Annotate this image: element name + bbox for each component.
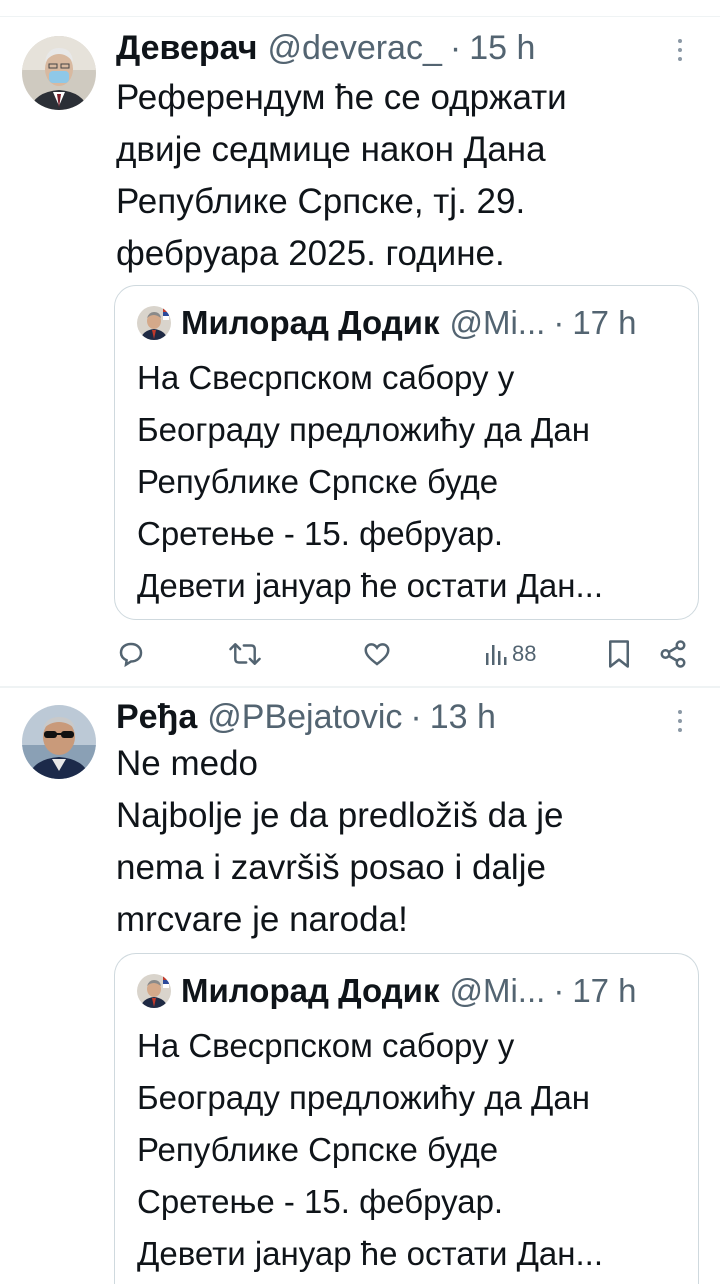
tweet-text: Референдум ће се одржати двије седмице н… xyxy=(116,72,696,280)
quote-avatar xyxy=(137,306,171,340)
retweet-icon[interactable] xyxy=(228,634,262,674)
views-count: 88 xyxy=(512,641,537,666)
bookmark-icon[interactable] xyxy=(606,634,632,674)
tweet-text-line: Ne medo xyxy=(116,744,259,783)
quote-text: На Свесрпском сабору у Београду предложи… xyxy=(137,352,682,612)
quote-handle: @Mi... xyxy=(449,972,546,1009)
avatar-deverac[interactable] xyxy=(22,36,96,110)
tweet-text: Ne medo Najbolje je da predložiš da je n… xyxy=(116,738,696,946)
avatar-pbejatovic[interactable] xyxy=(22,705,96,779)
tweet-text-line: nema i završiš posao i dalje xyxy=(116,848,546,887)
timestamp[interactable]: 15 h xyxy=(469,29,535,68)
quote-text-line: На Свесрпском сабору у xyxy=(137,1027,515,1064)
tweet-text-line: Najbolje je da predložiš da je xyxy=(116,796,564,835)
quote-text-line: Сретење - 15. фебруар. xyxy=(137,1183,504,1220)
quote-header: Милорад Додик @Mi... · 17 h xyxy=(137,970,637,1012)
quoted-tweet[interactable]: Милорад Додик @Mi... · 17 h На Свесрпско… xyxy=(114,953,699,1284)
tweet-text-line: Републике Српске, тј. 29. xyxy=(116,182,526,221)
quote-text: На Свесрпском сабору у Београду предложи… xyxy=(137,1020,682,1280)
quote-text-line: Републике Српске буде xyxy=(137,463,499,500)
tweet-header: Деверач @deverac_ · 15 h xyxy=(116,24,535,72)
views-icon xyxy=(486,645,507,665)
quote-handle: @Mi... xyxy=(449,304,546,341)
quote-text-line: Девети јануар ће остати Дан... xyxy=(137,567,603,604)
user-handle[interactable]: @PBejatovic xyxy=(207,698,402,737)
tweet-actions: 88 xyxy=(114,634,694,674)
tweet-divider xyxy=(0,686,720,688)
more-options-icon[interactable] xyxy=(670,30,690,70)
more-options-icon[interactable] xyxy=(670,701,690,741)
display-name[interactable]: Деверач xyxy=(116,29,257,68)
tweet-header: Peђa @PBejatovic · 13 h xyxy=(116,693,496,741)
separator: · xyxy=(553,304,565,341)
quote-text-line: Београду предложићу да Дан xyxy=(137,411,590,448)
tweet-text-line: двије седмице након Дана xyxy=(116,130,546,169)
tweet-text-line: фебруара 2025. године. xyxy=(116,234,505,273)
quote-text-line: Девети јануар ће остати Дан... xyxy=(137,1235,603,1272)
quoted-tweet[interactable]: Милорад Додик @Mi... · 17 h На Свесрпско… xyxy=(114,285,699,620)
top-divider xyxy=(0,16,720,17)
reply-icon[interactable] xyxy=(116,634,146,674)
quote-display-name: Милорад Додик xyxy=(181,972,440,1009)
quote-text-line: Београду предложићу да Дан xyxy=(137,1079,590,1116)
tweet-text-line: Референдум ће се одржати xyxy=(116,78,567,117)
separator: · xyxy=(410,697,422,736)
separator: · xyxy=(449,28,462,67)
separator: · xyxy=(553,972,565,1009)
quote-display-name: Милорад Додик xyxy=(181,304,440,341)
quote-header: Милорад Додик @Mi... · 17 h xyxy=(137,302,637,344)
heart-icon[interactable] xyxy=(362,634,392,674)
display-name[interactable]: Peђa xyxy=(116,698,197,737)
views-button[interactable]: 88 xyxy=(484,634,536,674)
share-icon[interactable] xyxy=(658,634,688,674)
tweet-text-line: mrcvare je naroda! xyxy=(116,900,408,939)
quote-timestamp: 17 h xyxy=(572,304,637,341)
quote-text-line: На Свесрпском сабору у xyxy=(137,359,515,396)
quote-text-line: Републике Српске буде xyxy=(137,1131,499,1168)
quote-timestamp: 17 h xyxy=(572,972,637,1009)
quote-text-line: Сретење - 15. фебруар. xyxy=(137,515,504,552)
user-handle[interactable]: @deverac_ xyxy=(267,29,441,68)
timestamp[interactable]: 13 h xyxy=(430,698,496,737)
quote-avatar xyxy=(137,974,171,1008)
